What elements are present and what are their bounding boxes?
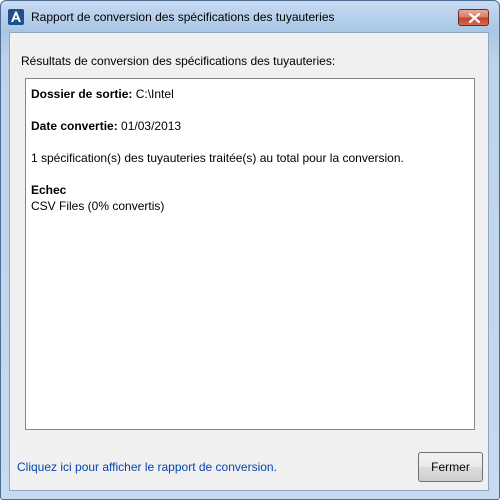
date-converted-line: Date convertie: 01/03/2013 [31, 119, 181, 133]
output-folder-label: Dossier de sortie: [31, 87, 133, 101]
date-converted-value: 01/03/2013 [121, 119, 182, 133]
close-button[interactable]: Fermer [418, 452, 483, 482]
date-converted-label: Date convertie: [31, 119, 118, 133]
failure-heading: Echec [31, 183, 67, 197]
conversion-report-panel[interactable]: Dossier de sortie: C:\Intel Date convert… [25, 78, 475, 430]
close-x-icon [468, 13, 481, 23]
title-bar[interactable]: Rapport de conversion des spécifications… [1, 1, 499, 31]
close-window-button[interactable] [458, 9, 489, 26]
conversion-summary: 1 spécification(s) des tuyauteries trait… [31, 151, 404, 165]
failure-item: CSV Files (0% convertis) [31, 199, 165, 213]
output-folder-line: Dossier de sortie: C:\Intel [31, 87, 174, 101]
results-header-label: Résultats de conversion des spécificatio… [21, 54, 336, 68]
window-title: Rapport de conversion des spécifications… [31, 10, 335, 24]
view-report-link[interactable]: Cliquez ici pour afficher le rapport de … [17, 460, 277, 474]
output-folder-value: C:\Intel [135, 87, 174, 101]
autocad-plant-a-icon[interactable] [8, 9, 24, 25]
